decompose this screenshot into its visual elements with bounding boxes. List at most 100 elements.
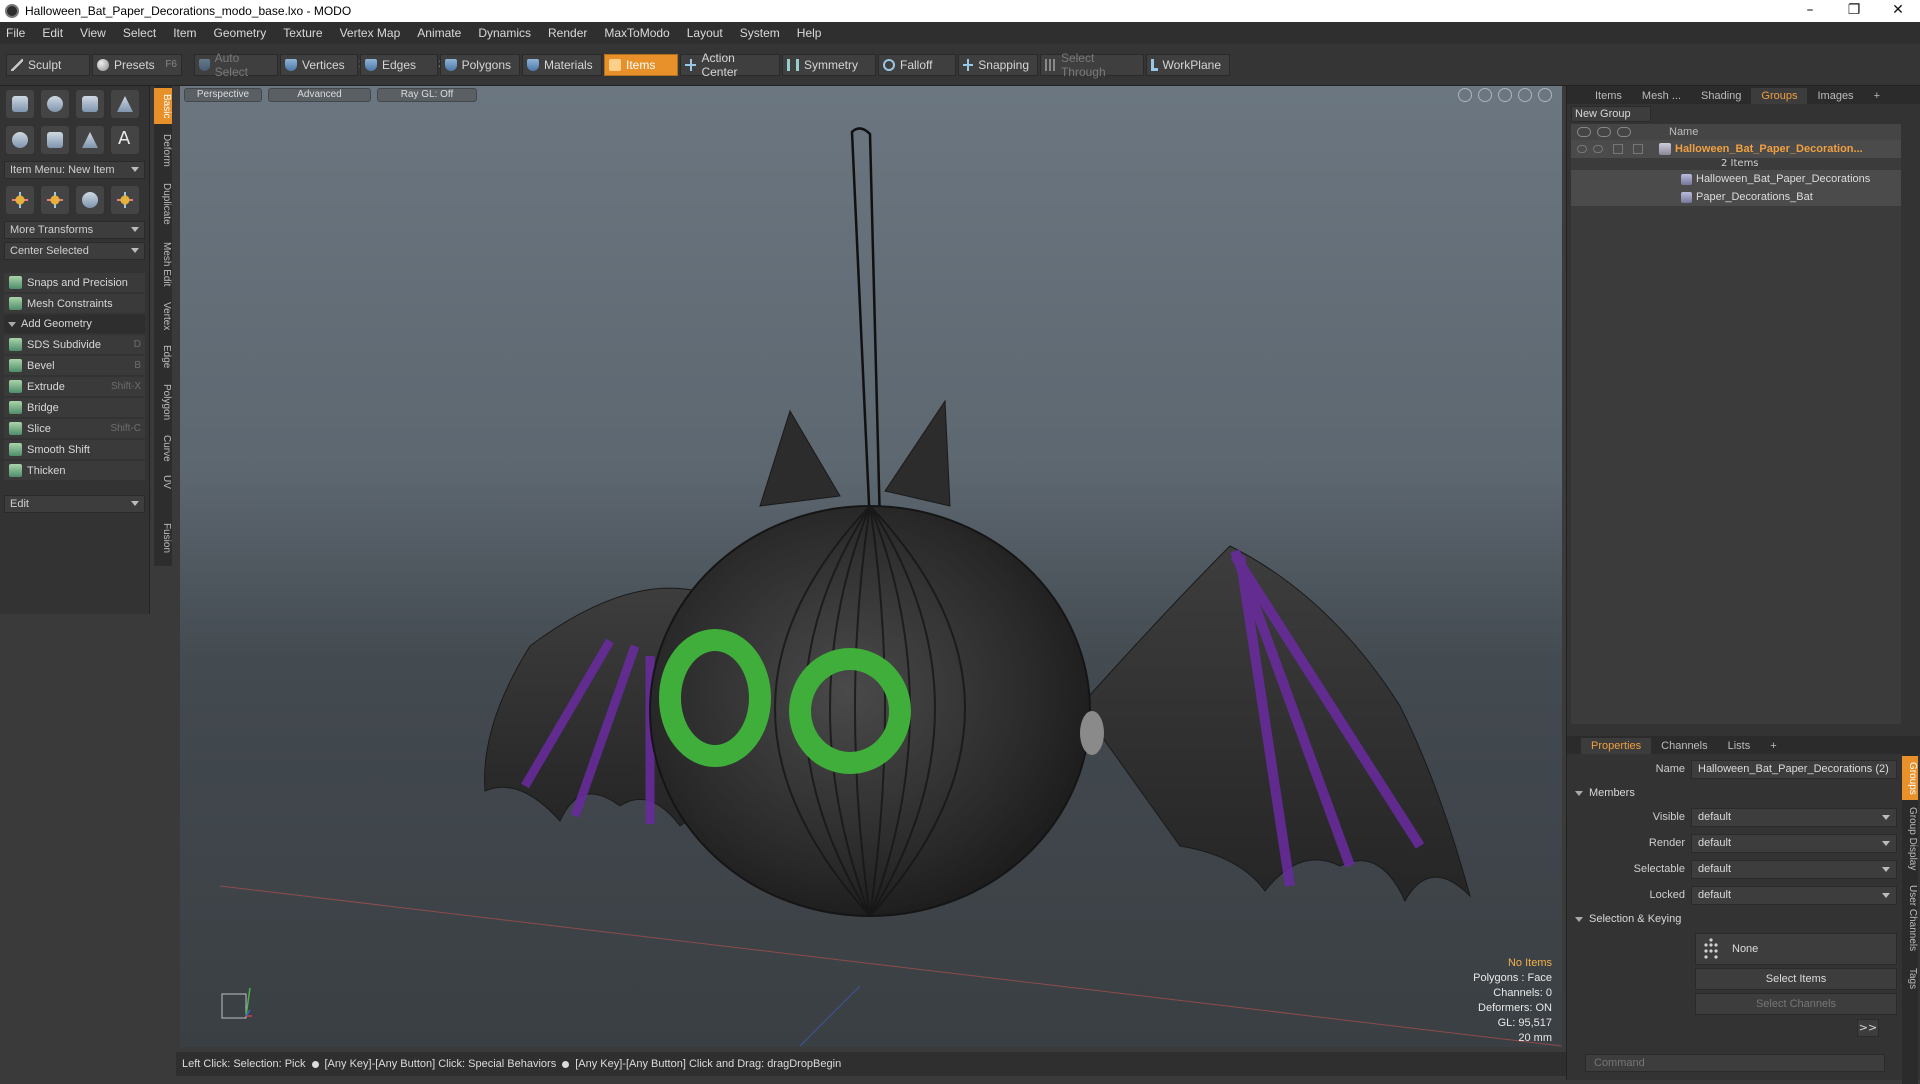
transform-icon[interactable] xyxy=(111,186,139,214)
tab-basic[interactable]: Basic xyxy=(154,88,172,124)
render-toggle-icon[interactable] xyxy=(1593,145,1603,153)
select-toggle[interactable] xyxy=(1613,144,1623,154)
render-select[interactable]: default xyxy=(1691,833,1897,853)
add-tab-button[interactable]: + xyxy=(1864,88,1890,104)
menu-system[interactable]: System xyxy=(740,26,780,40)
selection-keying-header[interactable]: Selection & Keying xyxy=(1571,908,1897,930)
command-input[interactable] xyxy=(1585,1054,1885,1072)
action-center-button[interactable]: Action Center xyxy=(680,51,780,79)
tab-edge[interactable]: Edge xyxy=(154,340,172,374)
cube-icon[interactable] xyxy=(6,90,34,118)
side-tab-tags[interactable]: Tags xyxy=(1902,962,1918,996)
tab-mesh[interactable]: Mesh ... xyxy=(1632,88,1691,104)
center-selected-dropdown[interactable]: Center Selected xyxy=(4,242,145,260)
curve-icon[interactable] xyxy=(41,126,69,154)
menu-item[interactable]: Item xyxy=(173,26,196,40)
menu-view[interactable]: View xyxy=(80,26,106,40)
menu-select[interactable]: Select xyxy=(123,26,156,40)
torus-icon[interactable] xyxy=(6,126,34,154)
select-channels-button[interactable]: Select Channels xyxy=(1695,993,1897,1015)
scale-icon[interactable] xyxy=(76,186,104,214)
pen-icon[interactable] xyxy=(76,126,104,154)
smooth-shift-button[interactable]: Smooth Shift xyxy=(4,440,145,459)
lock-toggle[interactable] xyxy=(1633,144,1643,154)
edit-dropdown[interactable]: Edit xyxy=(4,495,145,513)
none-button[interactable]: None xyxy=(1695,933,1897,965)
items-button[interactable]: Items xyxy=(604,53,678,76)
side-tab-group-display[interactable]: Group Display xyxy=(1902,804,1918,874)
name-column-header[interactable]: Name xyxy=(1669,126,1698,138)
menu-geometry[interactable]: Geometry xyxy=(214,26,267,40)
add-geometry-header[interactable]: Add Geometry xyxy=(4,315,145,333)
sphere-icon[interactable] xyxy=(41,90,69,118)
tree-row[interactable]: Paper_Decorations_Bat xyxy=(1571,188,1901,206)
tab-deform[interactable]: Deform xyxy=(154,128,172,172)
tab-items[interactable]: Items xyxy=(1585,88,1632,104)
tab-duplicate[interactable]: Duplicate xyxy=(154,176,172,232)
menu-texture[interactable]: Texture xyxy=(283,26,322,40)
tab-vertex[interactable]: Vertex xyxy=(154,296,172,336)
menu-edit[interactable]: Edit xyxy=(42,26,63,40)
side-tab-user-channels[interactable]: User Channels xyxy=(1902,880,1918,956)
auto-select-button[interactable]: Auto Select xyxy=(194,51,278,79)
extrude-button[interactable]: Extrude Shift-X xyxy=(4,377,145,396)
tab-uv[interactable]: UV xyxy=(154,470,172,494)
menu-maxtomodo[interactable]: MaxToModo xyxy=(604,26,669,40)
side-tab-groups[interactable]: Groups xyxy=(1902,756,1918,800)
minimize-button[interactable]: – xyxy=(1788,0,1832,22)
visibility-eye-icon[interactable] xyxy=(1577,145,1587,153)
move-icon[interactable] xyxy=(6,186,34,214)
selectable-select[interactable]: default xyxy=(1691,859,1897,879)
tab-channels[interactable]: Channels xyxy=(1651,738,1717,754)
locked-select[interactable]: default xyxy=(1691,885,1897,905)
symmetry-button[interactable]: Symmetry xyxy=(782,53,876,76)
menu-animate[interactable]: Animate xyxy=(417,26,461,40)
materials-button[interactable]: Materials xyxy=(522,53,602,76)
falloff-button[interactable]: Falloff xyxy=(878,53,956,76)
more-transforms-dropdown[interactable]: More Transforms xyxy=(4,221,145,239)
cone-icon[interactable] xyxy=(111,90,139,118)
name-field[interactable]: Halloween_Bat_Paper_Decorations (2) xyxy=(1691,759,1897,779)
cylinder-icon[interactable] xyxy=(76,90,104,118)
add-prop-tab-button[interactable]: + xyxy=(1760,738,1786,754)
tab-shading[interactable]: Shading xyxy=(1691,88,1751,104)
menu-vertex-map[interactable]: Vertex Map xyxy=(340,26,401,40)
sds-subdivide-button[interactable]: SDS Subdivide D xyxy=(4,335,145,354)
slice-button[interactable]: Slice Shift-C xyxy=(4,419,145,438)
rotate-icon[interactable] xyxy=(41,186,69,214)
tab-mesh-edit[interactable]: Mesh Edit xyxy=(154,236,172,292)
snaps-precision-button[interactable]: Snaps and Precision xyxy=(4,273,145,292)
members-header[interactable]: Members xyxy=(1571,782,1897,804)
select-through-button[interactable]: Select Through xyxy=(1040,51,1144,79)
workplane-button[interactable]: WorkPlane xyxy=(1146,53,1230,76)
text-tool-icon[interactable] xyxy=(111,126,139,154)
menu-render[interactable]: Render xyxy=(548,26,587,40)
tab-groups[interactable]: Groups xyxy=(1751,88,1808,104)
mesh-constraints-button[interactable]: Mesh Constraints xyxy=(4,294,145,313)
menu-layout[interactable]: Layout xyxy=(687,26,723,40)
tab-lists[interactable]: Lists xyxy=(1718,738,1761,754)
sculpt-button[interactable]: Sculpt xyxy=(6,53,90,76)
more-button[interactable]: >> xyxy=(1857,1019,1879,1037)
new-group-button[interactable]: New Group xyxy=(1571,106,1651,122)
tab-properties[interactable]: Properties xyxy=(1581,738,1652,754)
menu-file[interactable]: File xyxy=(6,26,25,40)
menu-dynamics[interactable]: Dynamics xyxy=(478,26,531,40)
close-button[interactable]: ✕ xyxy=(1876,0,1920,22)
tab-curve[interactable]: Curve xyxy=(154,430,172,466)
group-row[interactable]: Halloween_Bat_Paper_Decoration... xyxy=(1571,140,1901,158)
maximize-button[interactable]: ❐ xyxy=(1832,0,1876,22)
tab-fusion[interactable]: Fusion xyxy=(154,518,172,558)
menu-help[interactable]: Help xyxy=(797,26,822,40)
3d-viewport[interactable]: Perspective Advanced Ray GL: Off No Item… xyxy=(180,86,1562,1047)
polygons-button[interactable]: Polygons xyxy=(440,53,520,76)
visible-select[interactable]: default xyxy=(1691,807,1897,827)
presets-button[interactable]: Presets F6 xyxy=(92,53,182,76)
vertices-button[interactable]: Vertices1 xyxy=(280,53,364,76)
snapping-button[interactable]: Snapping xyxy=(958,53,1038,76)
bridge-button[interactable]: Bridge xyxy=(4,398,145,417)
thicken-button[interactable]: Thicken xyxy=(4,461,145,480)
bevel-button[interactable]: Bevel B xyxy=(4,356,145,375)
tree-row[interactable]: Halloween_Bat_Paper_Decorations xyxy=(1571,170,1901,188)
item-menu-dropdown[interactable]: Item Menu: New Item xyxy=(4,161,145,179)
